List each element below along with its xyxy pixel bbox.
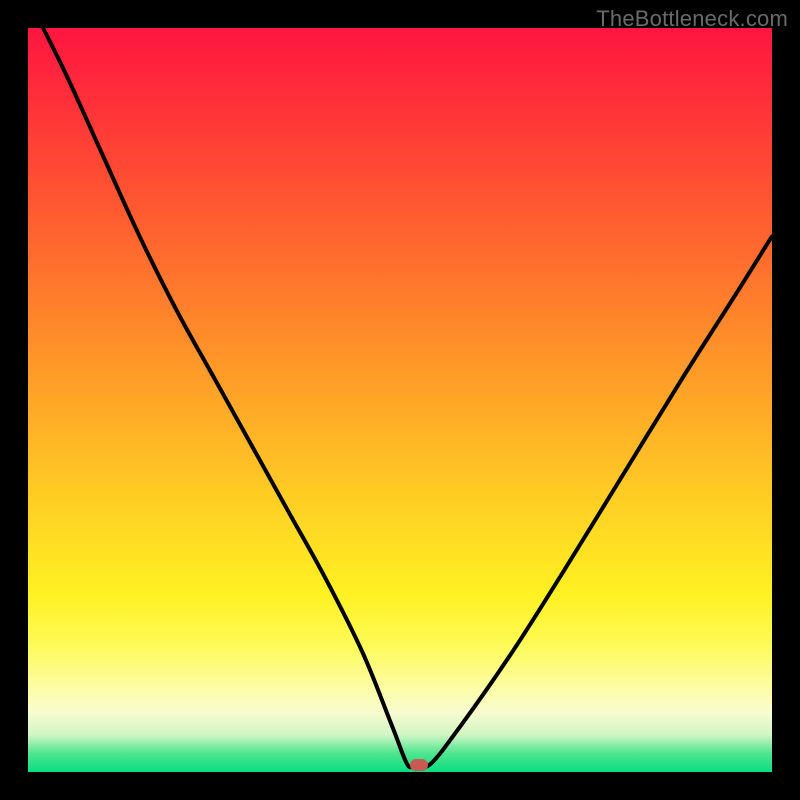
curve-path: [28, 28, 772, 767]
plot-area: [28, 28, 772, 772]
watermark-text: TheBottleneck.com: [596, 6, 788, 32]
chart-frame: TheBottleneck.com: [0, 0, 800, 800]
bottleneck-curve: [28, 28, 772, 772]
optimal-point-marker: [410, 759, 428, 771]
